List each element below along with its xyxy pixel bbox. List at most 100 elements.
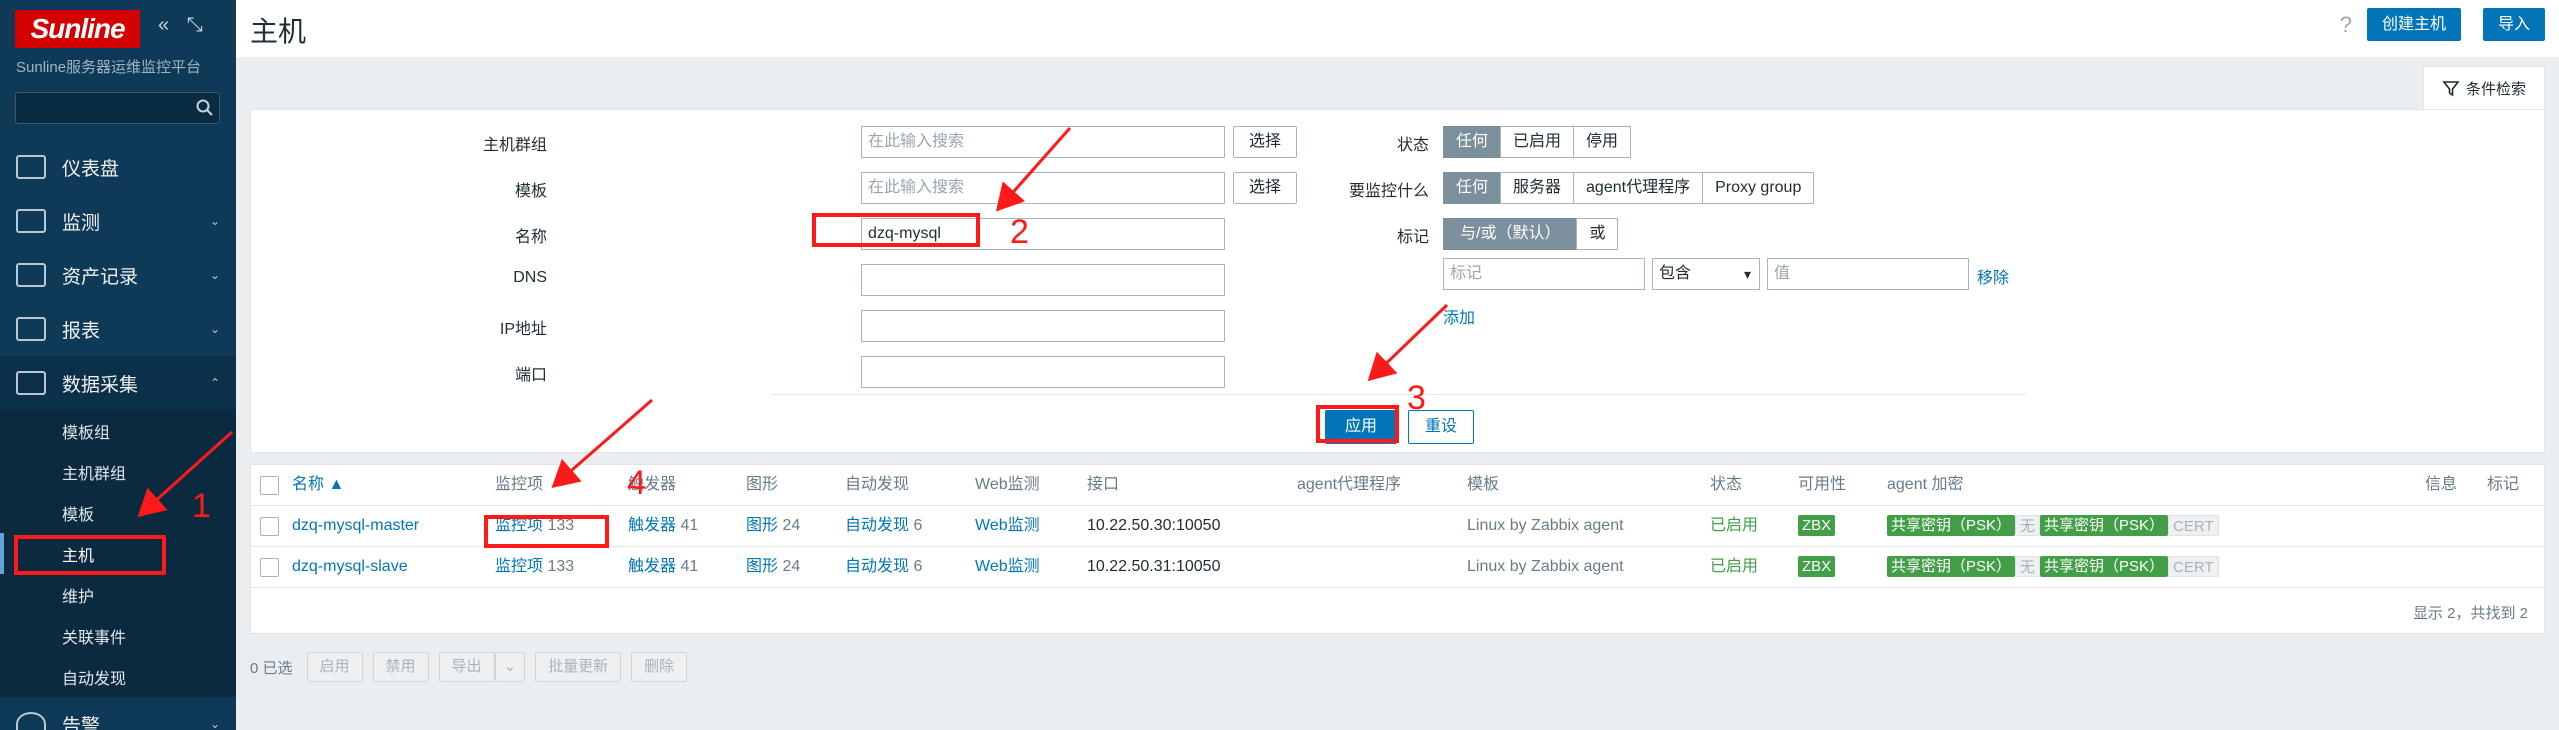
interface-cell: 10.22.50.30:10050 [1087, 517, 1221, 534]
status-label: 状态 [1396, 137, 1429, 154]
host-name-link[interactable]: dzq-mysql-slave [292, 547, 408, 587]
help-icon[interactable]: ? [2340, 12, 2352, 38]
triggers-link[interactable]: 触发器 [628, 558, 676, 575]
host-group-input[interactable]: 在此输入搜索 [861, 126, 1225, 158]
monitored-by-option-any[interactable]: 任何 [1443, 172, 1502, 204]
discovery-link[interactable]: 自动发现 [845, 558, 909, 575]
select-all-checkbox[interactable] [260, 476, 279, 495]
kiosk-mode-icon[interactable]: ⤡ [187, 14, 203, 36]
host-group-label: 主机群组 [482, 137, 547, 154]
sidebar-search-input[interactable] [15, 92, 220, 124]
col-discovery-header: 自动发现 [845, 476, 910, 493]
disable-button[interactable]: 禁用 [372, 652, 429, 682]
collapse-sidebar-icon[interactable]: « [158, 14, 169, 36]
page-title: 主机 [250, 16, 307, 47]
tags-mode-or[interactable]: 或 [1576, 218, 1619, 250]
monitored-by-label: 要监控什么 [1348, 183, 1429, 200]
sidebar-item-alerts[interactable]: 告警 ⌄ [0, 697, 236, 730]
cert-badge: CERT [2168, 556, 2219, 578]
filter-divider [771, 394, 2026, 395]
items-link[interactable]: 监控项 [495, 558, 543, 575]
dns-input[interactable] [861, 264, 1225, 296]
table-header: 名称 ▲ 监控项 触发器 图形 自动发现 Web监测 接口 agent代理程序 … [251, 465, 2546, 506]
export-button[interactable]: 导出 [438, 652, 495, 682]
brand-logo[interactable]: Sunline [15, 10, 140, 48]
tag-remove-link[interactable]: 移除 [1977, 264, 2009, 288]
discovery-link[interactable]: 自动发现 [845, 517, 909, 534]
import-button[interactable]: 导入 [2482, 8, 2545, 41]
psk-badge: 共享密钥（PSK） [2040, 556, 2169, 578]
chevron-down-icon: ⌄ [209, 268, 220, 282]
monitored-by-option-proxy-group[interactable]: Proxy group [1702, 172, 1815, 204]
zbx-badge: ZBX [1798, 515, 1836, 537]
row-checkbox[interactable] [260, 517, 279, 536]
chevron-down-icon: ⌄ [209, 717, 220, 730]
sidebar-subitem-template-groups[interactable]: 模板组 [0, 410, 236, 451]
row-checkbox[interactable] [260, 558, 279, 577]
delete-button[interactable]: 删除 [631, 652, 688, 682]
col-name-header[interactable]: 名称 ▲ [292, 465, 344, 505]
graphs-cell: 图形 24 [746, 547, 800, 587]
ip-label: IP地址 [499, 321, 547, 338]
sidebar-item-data-collection[interactable]: 数据采集 ⌃ [0, 356, 236, 410]
status-option-enabled[interactable]: 已启用 [1500, 126, 1575, 158]
enable-button[interactable]: 启用 [306, 652, 363, 682]
status-toggle-link[interactable]: 已启用 [1710, 547, 1758, 587]
tag-operator-select[interactable]: 包含 [1652, 258, 1760, 290]
monitoring-icon [16, 209, 46, 233]
tag-value-input[interactable]: 值 [1767, 258, 1969, 290]
template-select-button[interactable]: 选择 [1233, 172, 1297, 204]
sidebar-item-monitoring[interactable]: 监测 ⌄ [0, 194, 236, 248]
tag-add-link[interactable]: 添加 [1443, 304, 1475, 328]
host-group-select-button[interactable]: 选择 [1233, 126, 1297, 158]
export-dropdown-button[interactable]: ⌄ [494, 652, 526, 682]
monitored-by-option-server[interactable]: 服务器 [1500, 172, 1575, 204]
tag-name-input[interactable]: 标记 [1443, 258, 1645, 290]
ip-input[interactable] [861, 310, 1225, 342]
mass-action-bar: 0 已选 启用 禁用 导出 ⌄ 批量更新 删除 [250, 651, 697, 683]
discovery-cell: 自动发现 6 [845, 506, 922, 546]
graphs-link[interactable]: 图形 [746, 517, 778, 534]
triggers-cell: 触发器 41 [628, 506, 698, 546]
template-input[interactable]: 在此输入搜索 [861, 172, 1225, 204]
filter-panel: 主机群组 在此输入搜索 选择 模板 在此输入搜索 选择 名称 dzq-mysql… [250, 109, 2545, 453]
host-name-link[interactable]: dzq-mysql-master [292, 506, 419, 546]
graphs-link[interactable]: 图形 [746, 558, 778, 575]
sidebar-subitem-discovery[interactable]: 自动发现 [0, 656, 236, 697]
sidebar-subitem-host-groups[interactable]: 主机群组 [0, 451, 236, 492]
web-link[interactable]: Web监测 [975, 547, 1040, 587]
template-link[interactable]: Linux by Zabbix agent [1467, 506, 1624, 546]
encryption-cell: 共享密钥（PSK）无共享密钥（PSK） CERT [1887, 506, 2219, 546]
sidebar-subitem-maintenance[interactable]: 维护 [0, 574, 236, 615]
status-toggle-link[interactable]: 已启用 [1710, 506, 1758, 546]
chevron-down-icon: ⌄ [209, 322, 220, 336]
monitored-by-option-proxy[interactable]: agent代理程序 [1573, 172, 1704, 204]
triggers-link[interactable]: 触发器 [628, 517, 676, 534]
status-option-any[interactable]: 任何 [1443, 126, 1502, 158]
col-graphs-header: 图形 [746, 476, 779, 493]
filter-icon [2442, 80, 2460, 96]
sidebar-item-reports[interactable]: 报表 ⌄ [0, 302, 236, 356]
sidebar-item-dashboard[interactable]: 仪表盘 [0, 140, 236, 194]
status-option-disabled[interactable]: 停用 [1573, 126, 1632, 158]
mass-update-button[interactable]: 批量更新 [535, 652, 622, 682]
data-collection-icon [16, 371, 46, 395]
create-host-button[interactable]: 创建主机 [2366, 8, 2461, 41]
annotation-box-name [812, 213, 980, 247]
hosts-table: 名称 ▲ 监控项 触发器 图形 自动发现 Web监测 接口 agent代理程序 … [250, 464, 2546, 634]
template-link[interactable]: Linux by Zabbix agent [1467, 547, 1624, 587]
sidebar-item-label: 监测 [62, 212, 101, 234]
host-group-placeholder: 在此输入搜索 [868, 133, 965, 150]
filter-tab-label: 条件检索 [2465, 81, 2526, 98]
port-input[interactable] [861, 356, 1225, 388]
tags-label: 标记 [1396, 229, 1429, 246]
col-availability-header: 可用性 [1798, 476, 1847, 493]
col-encryption-header: agent 加密 [1887, 476, 1964, 493]
tab-filter[interactable]: 条件检索 [2423, 66, 2545, 110]
web-link[interactable]: Web监测 [975, 506, 1040, 546]
sidebar-controls: « ⤡ [158, 14, 215, 37]
sidebar-item-inventory[interactable]: 资产记录 ⌄ [0, 248, 236, 302]
tags-mode-and-or[interactable]: 与/或（默认） [1443, 218, 1578, 250]
sidebar-item-label: 报表 [62, 320, 101, 342]
sidebar-subitem-event-correlation[interactable]: 关联事件 [0, 615, 236, 656]
